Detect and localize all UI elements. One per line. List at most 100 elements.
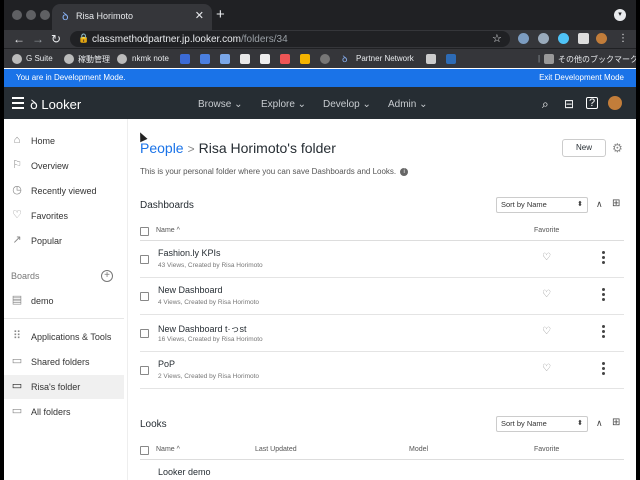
page-title: Risa Horimoto's folder: [198, 140, 336, 156]
close-window-button[interactable]: [12, 10, 22, 20]
table-row[interactable]: Looker demo: [140, 461, 624, 480]
looks-sort-select[interactable]: Sort by Name ⬍: [496, 416, 588, 432]
column-name[interactable]: Name ^: [156, 227, 180, 234]
user-avatar[interactable]: [608, 96, 622, 110]
breadcrumb-people-link[interactable]: People: [140, 140, 184, 156]
table-row[interactable]: New Dashboard 4 Views, Created by Risa H…: [140, 278, 624, 315]
bookmark-icon[interactable]: [300, 54, 310, 64]
extension-icon[interactable]: [538, 33, 549, 44]
sidebar-item-shared-folders[interactable]: ▭ Shared folders: [4, 350, 124, 374]
sidebar-item-applications-tools[interactable]: ⠿ Applications & Tools: [4, 325, 124, 349]
dashboard-name[interactable]: PoP: [158, 359, 175, 369]
looker-logo[interactable]: ꝺ Looker: [30, 95, 81, 113]
search-icon[interactable]: ⌕: [542, 97, 549, 112]
table-row[interactable]: PoP 2 Views, Created by Risa Horimoto ♡: [140, 352, 624, 389]
bookmark-icon[interactable]: [260, 54, 270, 64]
bookmark-item[interactable]: G Suite: [26, 54, 53, 63]
minimize-window-button[interactable]: [26, 10, 36, 20]
bookmark-item[interactable]: 稼動管理: [78, 54, 110, 65]
more-options-icon[interactable]: [602, 288, 605, 303]
grid-view-icon[interactable]: ⊞: [612, 417, 620, 428]
sidebar-item-favorites[interactable]: ♡ Favorites: [4, 204, 124, 228]
more-options-icon[interactable]: [602, 325, 605, 340]
select-all-checkbox[interactable]: [140, 227, 149, 236]
select-all-checkbox[interactable]: [140, 446, 149, 455]
add-board-icon[interactable]: +: [101, 270, 113, 282]
heart-icon: ♡: [12, 209, 22, 221]
row-checkbox[interactable]: [140, 329, 149, 338]
puzzle-icon[interactable]: [578, 33, 589, 44]
dashboard-name[interactable]: Fashion.ly KPIs: [158, 248, 221, 258]
menu-browse[interactable]: Browse ⌄: [198, 99, 243, 110]
column-name[interactable]: Name ^: [156, 446, 180, 453]
menu-admin[interactable]: Admin ⌄: [388, 99, 428, 110]
new-tab-button[interactable]: +: [216, 7, 225, 22]
look-name[interactable]: Looker demo: [158, 467, 211, 477]
sidebar-item-all-folders[interactable]: ▭ All folders: [4, 400, 124, 424]
bookmark-icon[interactable]: [200, 54, 210, 64]
browser-tab[interactable]: ꝺ Risa Horimoto ✕: [52, 4, 212, 30]
favorite-heart-icon[interactable]: ♡: [542, 326, 551, 337]
close-tab-icon[interactable]: ✕: [195, 9, 204, 22]
hamburger-menu-icon[interactable]: [12, 97, 24, 112]
maximize-window-button[interactable]: [40, 10, 50, 20]
menu-explore[interactable]: Explore ⌄: [261, 99, 306, 110]
help-icon[interactable]: ?: [586, 97, 598, 109]
back-icon[interactable]: ←: [13, 31, 25, 47]
more-options-icon[interactable]: [602, 251, 605, 266]
sidebar-item-popular[interactable]: ↗ Popular: [4, 229, 124, 253]
info-icon[interactable]: i: [400, 167, 409, 176]
address-bar[interactable]: 🔒 classmethodpartner.jp.looker.com/folde…: [70, 31, 510, 47]
sidebar-item-overview[interactable]: ⚐ Overview: [4, 154, 124, 178]
browser-menu-icon[interactable]: ⋮: [618, 31, 628, 47]
row-checkbox[interactable]: [140, 292, 149, 301]
bookmark-icon[interactable]: [426, 54, 436, 64]
favorite-heart-icon[interactable]: ♡: [542, 289, 551, 300]
bookmark-star-icon[interactable]: ☆: [492, 32, 502, 45]
more-options-icon[interactable]: [602, 362, 605, 377]
extension-icon[interactable]: [558, 33, 569, 44]
table-row[interactable]: New Dashboard t·っst 16 Views, Created by…: [140, 315, 624, 352]
bookmark-icon[interactable]: [446, 54, 456, 64]
row-checkbox[interactable]: [140, 366, 149, 375]
bookmark-icon[interactable]: [220, 54, 230, 64]
menu-develop[interactable]: Develop ⌄: [323, 99, 371, 110]
dashboard-name[interactable]: New Dashboard: [158, 285, 223, 295]
grid-view-icon[interactable]: ⊞: [612, 198, 620, 209]
other-bookmarks[interactable]: その他のブックマーク: [558, 54, 636, 65]
collapse-chevron-icon[interactable]: ∧: [596, 199, 603, 210]
tab-strip: ꝺ Risa Horimoto ✕ + ▾: [4, 0, 636, 30]
favorite-heart-icon[interactable]: ♡: [542, 252, 551, 263]
bookmark-item[interactable]: Partner Network: [356, 54, 414, 63]
sidebar-item-risas-folder[interactable]: ▭ Risa's folder: [4, 375, 124, 399]
collapse-chevron-icon[interactable]: ∧: [596, 418, 603, 429]
reload-icon[interactable]: ↻: [51, 31, 61, 47]
gear-icon[interactable]: ⚙: [612, 141, 623, 155]
sidebar-item-label: Home: [31, 136, 56, 146]
forward-icon[interactable]: →: [32, 31, 44, 47]
dashboards-sort-select[interactable]: Sort by Name ⬍: [496, 197, 588, 213]
bookmark-icon[interactable]: [240, 54, 250, 64]
exit-development-mode-link[interactable]: Exit Development Mode: [539, 73, 624, 82]
sidebar-item-demo[interactable]: ▤ demo: [4, 289, 124, 313]
profile-avatar[interactable]: [596, 33, 607, 44]
bookmark-item[interactable]: nkmk note: [132, 54, 169, 63]
sidebar-item-label: Overview: [31, 161, 69, 171]
sidebar-item-label: All folders: [31, 407, 71, 417]
divider: [4, 318, 124, 319]
sidebar-item-recently-viewed[interactable]: ◷ Recently viewed: [4, 179, 124, 203]
extension-icon[interactable]: [518, 33, 529, 44]
sidebar-item-home[interactable]: ⌂ Home: [4, 129, 124, 153]
bookmark-icon[interactable]: [280, 54, 290, 64]
favorite-heart-icon[interactable]: ♡: [542, 363, 551, 374]
column-model[interactable]: Model: [409, 446, 428, 453]
dashboard-name[interactable]: New Dashboard t·っst: [158, 322, 247, 335]
new-button[interactable]: New: [562, 139, 606, 157]
row-checkbox[interactable]: [140, 255, 149, 264]
bookmark-icon[interactable]: [320, 54, 330, 64]
bookmark-icon[interactable]: [180, 54, 190, 64]
table-row[interactable]: Fashion.ly KPIs 43 Views, Created by Ris…: [140, 241, 624, 278]
marketplace-icon[interactable]: ⊟: [564, 97, 574, 111]
tab-search-icon[interactable]: ▾: [614, 9, 626, 21]
column-last-updated[interactable]: Last Updated: [255, 446, 297, 453]
